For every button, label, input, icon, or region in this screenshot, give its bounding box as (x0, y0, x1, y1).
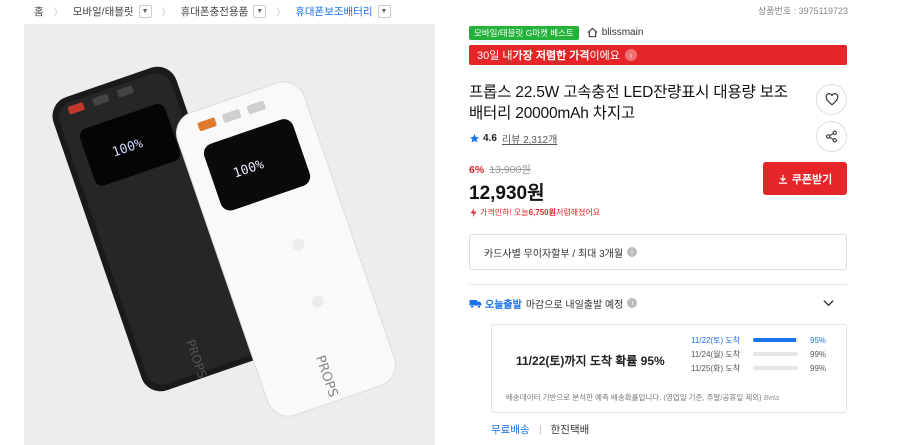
chevron-down-icon[interactable]: ▼ (377, 4, 391, 18)
chevron-down-icon[interactable]: ▼ (138, 4, 152, 18)
delivery-header[interactable]: 오늘출발 마감으로 내일출발 예정 i (469, 295, 849, 311)
arrival-row: 11/24(월) 도착 99% (691, 347, 826, 361)
coupon-label: 쿠폰받기 (791, 173, 833, 186)
carrier-name: 한진택배 (550, 424, 590, 436)
discount-rate: 6% (469, 163, 485, 176)
price-drop-amount: 6,750원 (528, 208, 556, 217)
breadcrumb-label: 모바일/태블릿 (72, 5, 134, 18)
price-drop-notice: 가격인하! 오늘 6,750원 저렴해졌어요 (469, 207, 849, 218)
breadcrumb: 홈 〉 모바일/태블릿 ▼ 〉 휴대폰충전용품 ▼ 〉 휴대폰보조배터리 ▼ (34, 2, 391, 20)
info-icon[interactable]: i (627, 298, 638, 308)
arrival-bar (753, 352, 798, 356)
coupon-button[interactable]: 쿠폰받기 (763, 162, 847, 195)
info-icon[interactable]: i (627, 247, 638, 257)
chevron-down-icon[interactable]: ▼ (253, 4, 267, 18)
original-price: 13,900원 (489, 164, 531, 176)
promo-suffix: 이에요 (589, 50, 620, 62)
lightning-icon (470, 208, 477, 217)
lowest-price-banner[interactable]: 30일 내 가장 저렴한 가격 이에요 › (469, 45, 847, 65)
product-image[interactable]: 100% PROPS 100% PROPS (24, 24, 435, 445)
arrival-bar (753, 366, 798, 370)
wishlist-button[interactable] (816, 84, 847, 115)
promo-highlight: 가장 저렴한 가격 (512, 50, 590, 62)
divider (469, 284, 847, 285)
arrival-row: 11/25(화) 도착 99% (691, 361, 826, 375)
arrival-date: 11/25(화) 도착 (691, 363, 741, 373)
product-number: 상품번호 : 3975119723 (757, 6, 848, 16)
arrival-probability-box: 11/22(토)까지 도착 확률 95% 11/22(토) 도착 95% 11/… (491, 324, 847, 413)
arrival-probability-text: 11/22(토)까지 도착 확률 95% (516, 354, 665, 368)
breadcrumb-mobile-tablet[interactable]: 모바일/태블릿 ▼ (73, 4, 152, 19)
shipping-row: 무료배송 한진택배 (491, 422, 849, 437)
price-area: 6% 13,900원 12,930원 가격인하! 오늘 6,750원 저렴해졌어… (469, 162, 849, 226)
arrival-percent: 95% (810, 335, 827, 345)
breadcrumb-label: 휴대폰보조배터리 (295, 5, 373, 18)
breadcrumb-label: 휴대폰충전용품 (180, 5, 249, 18)
heart-icon (825, 93, 838, 106)
price-drop-prefix: 가격인하! 오늘 (480, 208, 529, 217)
arrival-distribution: 11/22(토) 도착 95% 11/24(월) 도착 99% 11/25(화)… (691, 333, 826, 375)
breadcrumb-power-bank[interactable]: 휴대폰보조배터리 ▼ (295, 4, 391, 19)
beta-label: Beta (763, 393, 780, 402)
arrival-date: 11/22(토) 도착 (691, 335, 741, 345)
star-icon (469, 133, 480, 143)
breadcrumb-separator: 〉 (276, 6, 286, 17)
product-title: 프롭스 22.5W 고속충전 LED잔량표시 대용량 보조배터리 20000mA… (469, 84, 788, 122)
share-icon (826, 130, 837, 143)
arrival-row: 11/22(토) 도착 95% (691, 333, 826, 347)
review-count-link[interactable]: 리뷰 2,312개 (502, 131, 557, 146)
product-info: 모바일/태블릿 G마켓 베스트 blissmain 30일 내 가장 저렴한 가… (469, 24, 849, 437)
truck-icon (469, 299, 482, 308)
prediction-note: 배송데이터 기반으로 분석한 예측 배송확률입니다. (영업일 기준, 주말/공… (506, 392, 779, 403)
prediction-note-text: 배송데이터 기반으로 분석한 예측 배송확률입니다. (영업일 기준, 주말/공… (506, 393, 762, 402)
seller-link[interactable]: blissmain (587, 27, 644, 38)
seller-name: blissmain (601, 27, 644, 38)
today-shipping-label: 오늘출발 (485, 299, 522, 311)
divider (539, 424, 541, 435)
free-shipping-label[interactable]: 무료배송 (491, 422, 530, 437)
best-badge[interactable]: 모바일/태블릿 G마켓 베스트 (469, 25, 579, 40)
home-icon (587, 27, 598, 38)
rating-row: 4.6 리뷰 2,312개 (469, 131, 849, 146)
breadcrumb-separator: 〉 (53, 6, 63, 17)
price-drop-suffix: 저렴해졌어요 (556, 208, 601, 217)
chevron-right-icon[interactable]: › (624, 49, 637, 61)
arrival-percent: 99% (810, 349, 827, 359)
chevron-down-icon[interactable] (822, 296, 835, 309)
arrival-percent: 99% (810, 363, 827, 373)
rating-score: 4.6 (483, 133, 497, 144)
arrival-date: 11/24(월) 도착 (691, 349, 741, 359)
arrival-bar-fill (753, 338, 796, 342)
download-icon (778, 174, 787, 184)
card-installment-box[interactable]: 카드사별 무이자할부 / 최대 3개월 i (469, 234, 847, 270)
product-page: 홈 〉 모바일/태블릿 ▼ 〉 휴대폰충전용품 ▼ 〉 휴대폰보조배터리 ▼ 상품번호… (0, 0, 900, 445)
arrival-bar (753, 338, 798, 342)
breadcrumb-charging-accessories[interactable]: 휴대폰충전용품 ▼ (181, 4, 267, 19)
card-installment-text: 카드사별 무이자할부 / 최대 3개월 (484, 248, 624, 260)
power-bank-illustration: 100% PROPS 100% PROPS (52, 66, 396, 417)
shipping-schedule: 마감으로 내일출발 예정 (525, 299, 624, 311)
share-button[interactable] (816, 121, 847, 152)
promo-prefix: 30일 내 (477, 50, 513, 62)
breadcrumb-separator: 〉 (161, 6, 171, 17)
badge-row: 모바일/태블릿 G마켓 베스트 blissmain (469, 24, 849, 41)
breadcrumb-home[interactable]: 홈 (34, 4, 44, 19)
